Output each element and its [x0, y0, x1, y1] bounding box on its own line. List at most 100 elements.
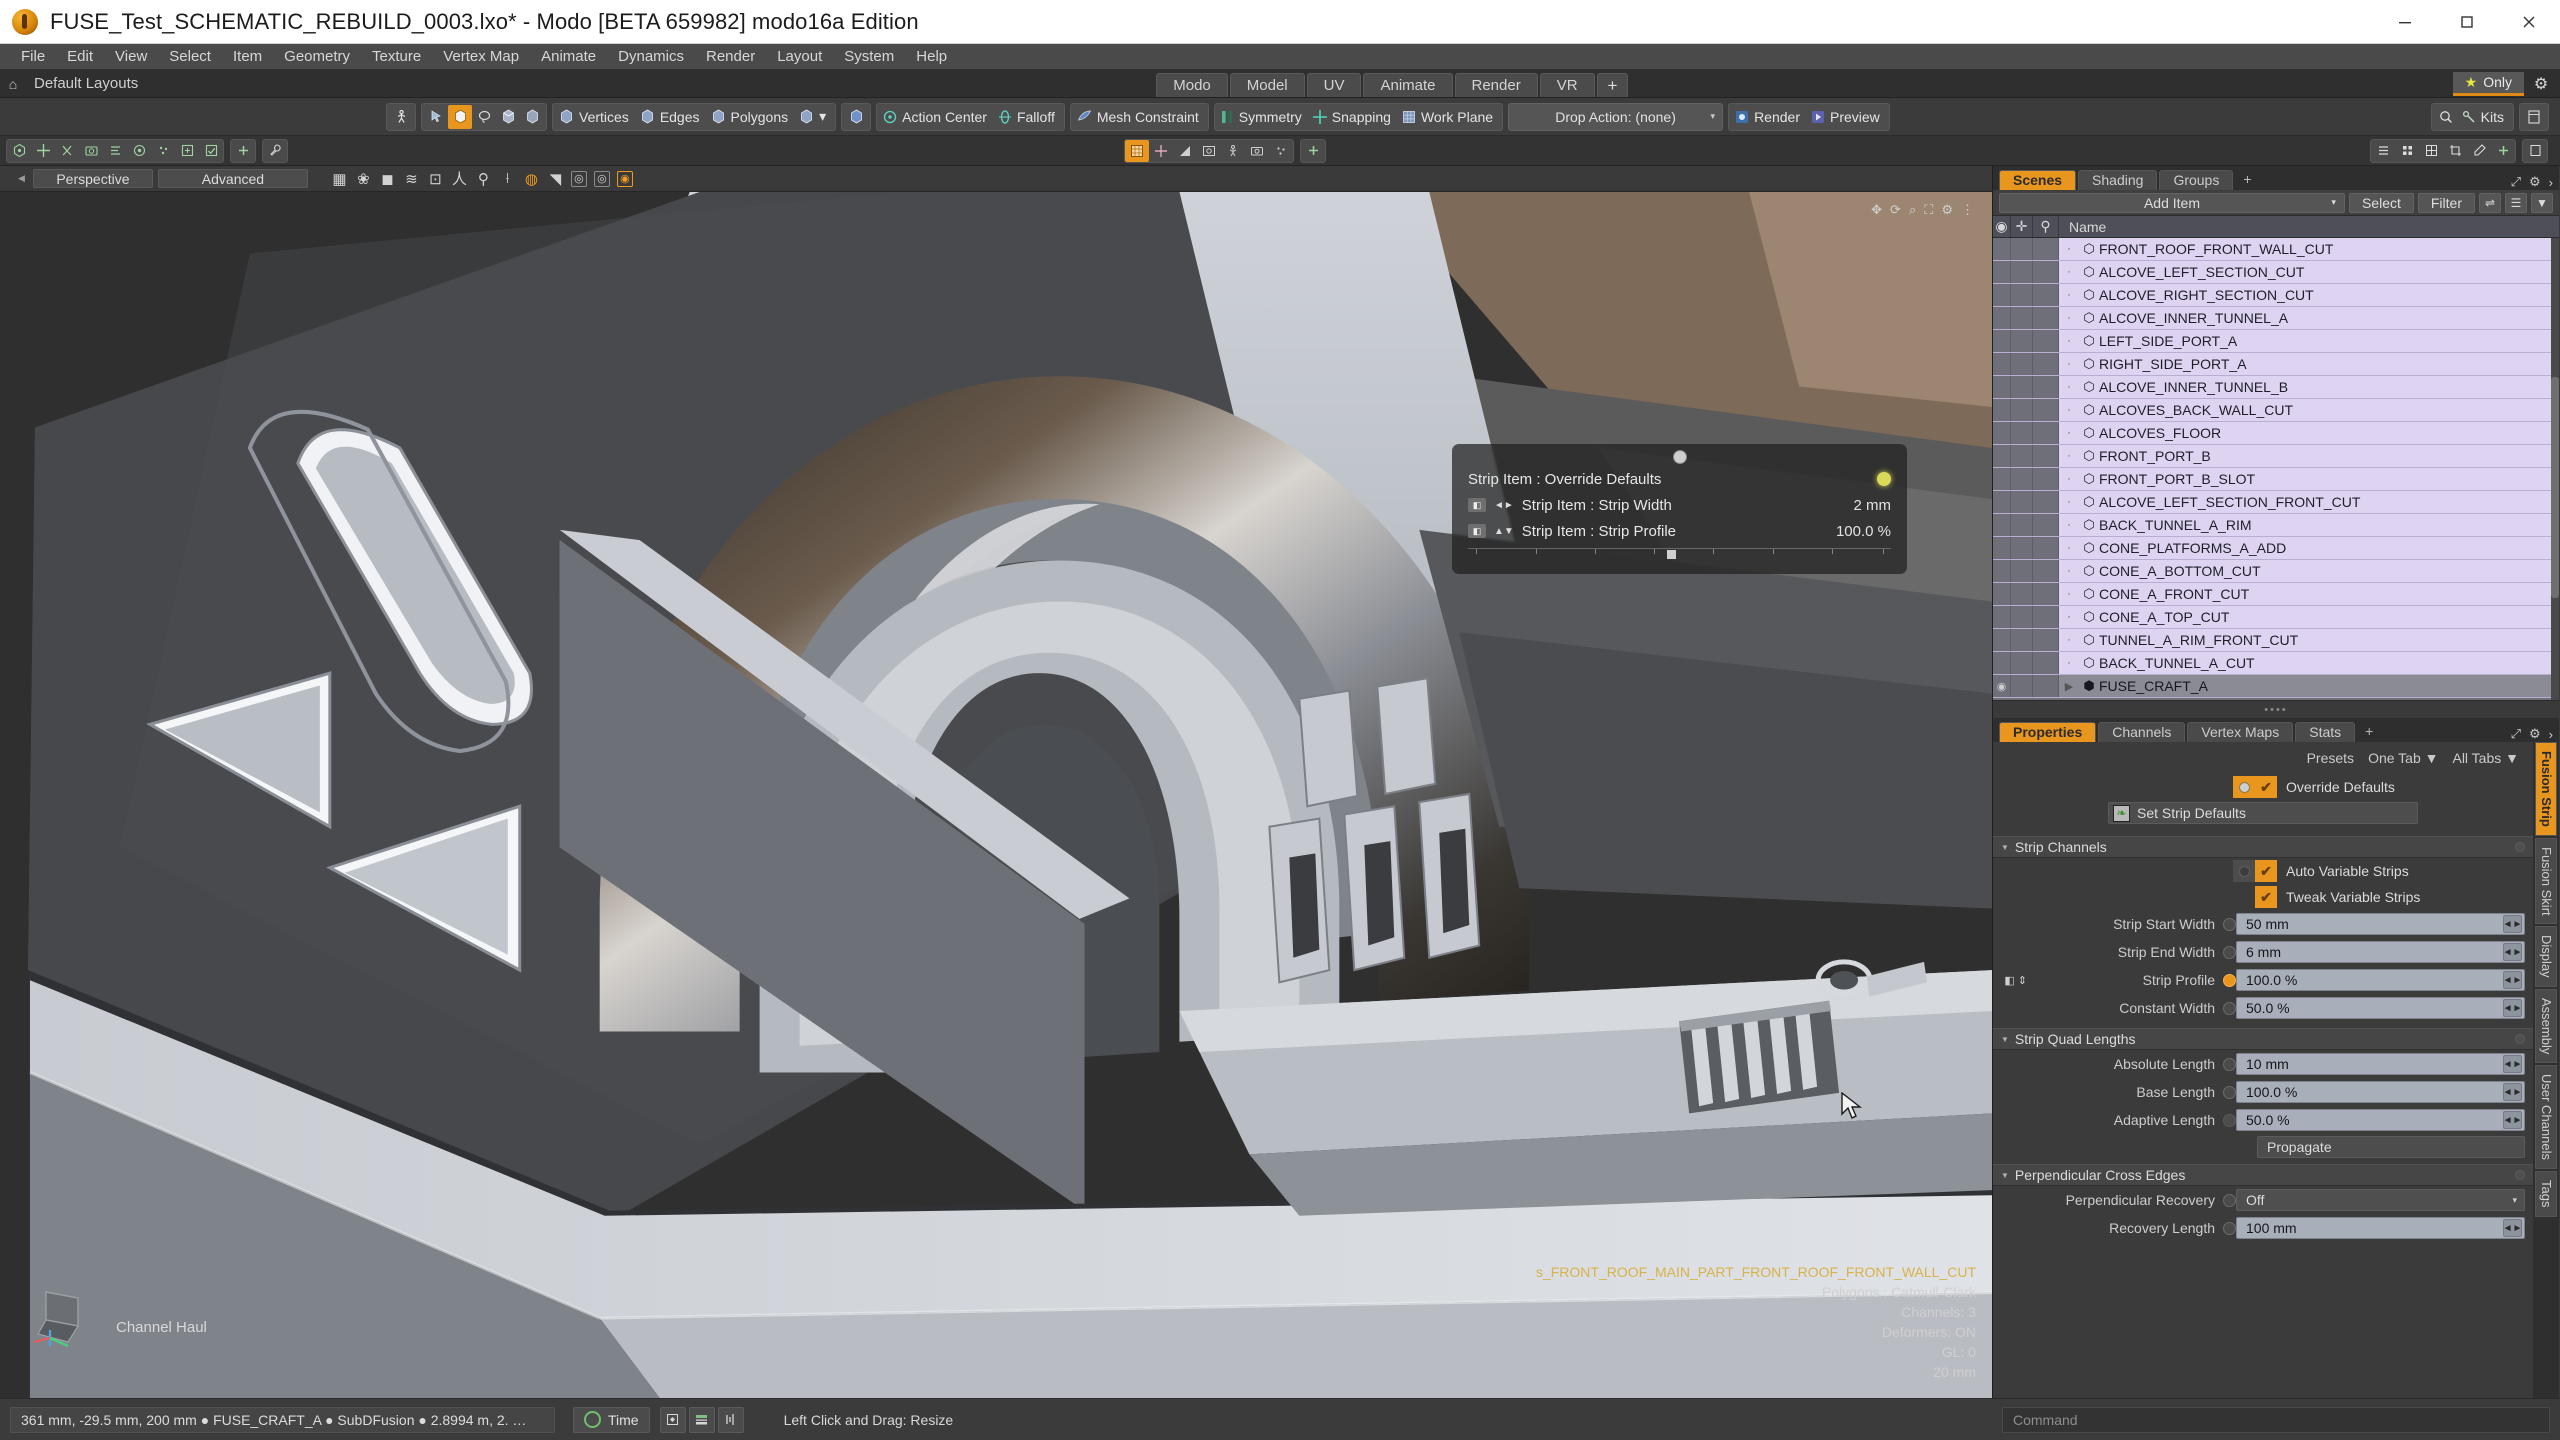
- table-row[interactable]: · ⬡ ALCOVES_FLOOR: [1993, 422, 2559, 445]
- table-row[interactable]: · ⬡ FRONT_ROOF_FRONT_WALL_CUT: [1993, 238, 2559, 261]
- table-row[interactable]: · ⬡ CONE_PLATFORMS_A_ADD: [1993, 537, 2559, 560]
- table-row[interactable]: · ⬡ LEFT_SIDE_PORT_A: [1993, 330, 2559, 353]
- person-icon[interactable]: [389, 105, 413, 129]
- expand-toggle[interactable]: ·: [2059, 496, 2079, 508]
- expand-toggle[interactable]: ·: [2059, 657, 2079, 669]
- materials-mode-button[interactable]: ▾: [795, 105, 833, 129]
- edges-mode-button[interactable]: Edges: [636, 105, 707, 129]
- expand-toggle[interactable]: ·: [2059, 565, 2079, 577]
- target-icon[interactable]: [127, 140, 151, 162]
- adaptive-length-input[interactable]: 50.0 % ◄►: [2236, 1109, 2525, 1131]
- kits-button[interactable]: Kits: [2458, 105, 2511, 129]
- expand-toggle[interactable]: ·: [2059, 335, 2079, 347]
- all-tabs-select[interactable]: All Tabs ▼: [2452, 750, 2519, 766]
- paint-icon[interactable]: ⟊: [499, 170, 516, 187]
- polygon-select-icon[interactable]: [520, 105, 544, 129]
- action-center-button[interactable]: Action Center: [879, 105, 994, 129]
- constant-width-input[interactable]: 50.0 % ◄►: [2236, 997, 2525, 1019]
- field-strip-start-width[interactable]: Strip Start Width 50 mm ◄►: [1993, 910, 2533, 938]
- edge-select-icon[interactable]: [496, 105, 520, 129]
- menu-system[interactable]: System: [833, 44, 905, 70]
- items-scrollbar[interactable]: [2551, 238, 2559, 700]
- maximize-button[interactable]: [2436, 0, 2498, 43]
- hud-row-strip-profile[interactable]: ◧ ▲▼ Strip Item : Strip Profile 100.0 %: [1452, 518, 1907, 544]
- viewport-shading-mode[interactable]: Advanced: [157, 169, 308, 188]
- field-prefix-icons[interactable]: ◧ ⇕: [1993, 974, 2027, 987]
- menu-file[interactable]: File: [10, 44, 56, 70]
- strip-profile-input[interactable]: 100.0 % ◄►: [2236, 969, 2525, 991]
- symmetry-button[interactable]: Symmetry: [1217, 105, 1309, 129]
- channel-dot-icon[interactable]: [2223, 1057, 2236, 1071]
- audio-icon[interactable]: [717, 1406, 744, 1433]
- chevron-right-icon[interactable]: ›: [2549, 175, 2553, 190]
- tab-vr[interactable]: VR: [1539, 73, 1595, 97]
- checker-icon[interactable]: ▦: [331, 170, 348, 188]
- field-perpendicular-recovery[interactable]: Perpendicular Recovery Off ▾: [1993, 1186, 2533, 1214]
- polygons-mode-button[interactable]: Polygons: [707, 105, 796, 129]
- center-icon[interactable]: [844, 105, 868, 129]
- snapping-button[interactable]: Snapping: [1309, 105, 1398, 129]
- strip-start-width-input[interactable]: 50 mm ◄►: [2236, 913, 2525, 935]
- section-options-icon[interactable]: [2515, 1170, 2525, 1180]
- status-info[interactable]: 361 mm, -29.5 mm, 200 mm ● FUSE_CRAFT_A …: [10, 1406, 555, 1433]
- spinner-icon[interactable]: ◄►: [2503, 1111, 2522, 1129]
- recovery-length-input[interactable]: 100 mm ◄►: [2236, 1217, 2525, 1239]
- time-button[interactable]: Time: [573, 1406, 650, 1433]
- expand-icon[interactable]: ⤢: [2511, 174, 2521, 190]
- cube-icon[interactable]: [7, 140, 31, 162]
- cursor-select-icon[interactable]: [424, 105, 448, 129]
- gear-icon[interactable]: ⚙: [2528, 74, 2554, 94]
- absolute-length-input[interactable]: 10 mm ◄►: [2236, 1053, 2525, 1075]
- tab-channels[interactable]: Channels: [2098, 722, 2186, 742]
- vtab-fusion-strip[interactable]: Fusion Strip: [2535, 742, 2557, 836]
- menu-render[interactable]: Render: [695, 44, 766, 70]
- menu-vertex-map[interactable]: Vertex Map: [432, 44, 530, 70]
- field-constant-width[interactable]: Constant Width 50.0 % ◄►: [1993, 994, 2533, 1022]
- bake-icon[interactable]: [175, 140, 199, 162]
- override-defaults-checkbox[interactable]: ✔: [2255, 776, 2277, 798]
- hud-slider-knob[interactable]: [1666, 550, 1676, 559]
- spinner-icon[interactable]: ◄►: [2503, 1055, 2522, 1073]
- chevron-down-icon[interactable]: ▾: [819, 108, 830, 125]
- minimize-button[interactable]: [2374, 0, 2436, 43]
- tab-add[interactable]: +: [2357, 722, 2381, 742]
- menu-texture[interactable]: Texture: [361, 44, 432, 70]
- list-lines-icon[interactable]: [2371, 140, 2395, 162]
- channel-dot-icon[interactable]: [2223, 917, 2236, 931]
- section-strip-quad-lengths[interactable]: ▼ Strip Quad Lengths: [1993, 1028, 2533, 1050]
- mesh-constraint-button[interactable]: Mesh Constraint: [1073, 105, 1206, 129]
- table-row[interactable]: · ⬡ ALCOVE_INNER_TUNNEL_A: [1993, 307, 2559, 330]
- box-b-icon[interactable]: ◎: [593, 170, 610, 187]
- vtab-display[interactable]: Display: [2535, 926, 2557, 988]
- plus-icon[interactable]: [2491, 140, 2515, 162]
- table-row[interactable]: · ⬡ ALCOVE_LEFT_SECTION_CUT: [1993, 261, 2559, 284]
- channel-dot-icon[interactable]: [2223, 1085, 2236, 1099]
- grid2-icon[interactable]: [2419, 140, 2443, 162]
- filter-button[interactable]: Filter: [2417, 192, 2475, 213]
- tab-scenes[interactable]: Scenes: [1999, 170, 2077, 190]
- plus-icon[interactable]: ✛: [2011, 216, 2033, 237]
- add-item-button[interactable]: Add Item ▾: [1999, 192, 2345, 213]
- tab-stats[interactable]: Stats: [2295, 722, 2356, 742]
- grid-icon[interactable]: [2395, 140, 2419, 162]
- items-list[interactable]: · ⬡ FRONT_ROOF_FRONT_WALL_CUT · ⬡ ALCOVE_LEF…: [1993, 238, 2559, 700]
- list-icon[interactable]: [103, 140, 127, 162]
- person-icon[interactable]: ⼈: [451, 168, 468, 189]
- expand-toggle[interactable]: ·: [2059, 634, 2079, 646]
- work-plane-button[interactable]: Work Plane: [1398, 105, 1500, 129]
- tab-uv[interactable]: UV: [1306, 73, 1362, 97]
- field-base-length[interactable]: Base Length 100.0 % ◄►: [1993, 1078, 2533, 1106]
- menu-geometry[interactable]: Geometry: [273, 44, 361, 70]
- field-strip-profile[interactable]: ◧ ⇕ Strip Profile 100.0 % ◄►: [1993, 966, 2533, 994]
- camera-icon[interactable]: [1245, 140, 1269, 162]
- panel-icon[interactable]: [2523, 140, 2547, 162]
- vtab-tags[interactable]: Tags: [2535, 1171, 2557, 1217]
- expand-toggle[interactable]: ·: [2059, 381, 2079, 393]
- close-button[interactable]: [2498, 0, 2560, 43]
- channel-dot-icon[interactable]: [2223, 1113, 2236, 1127]
- chevron-right-icon[interactable]: ›: [2549, 727, 2553, 742]
- vtab-assembly[interactable]: Assembly: [2535, 989, 2557, 1064]
- expand-icon[interactable]: ⤢: [2511, 726, 2521, 742]
- tab-render[interactable]: Render: [1454, 73, 1538, 97]
- menu-dynamics[interactable]: Dynamics: [607, 44, 695, 70]
